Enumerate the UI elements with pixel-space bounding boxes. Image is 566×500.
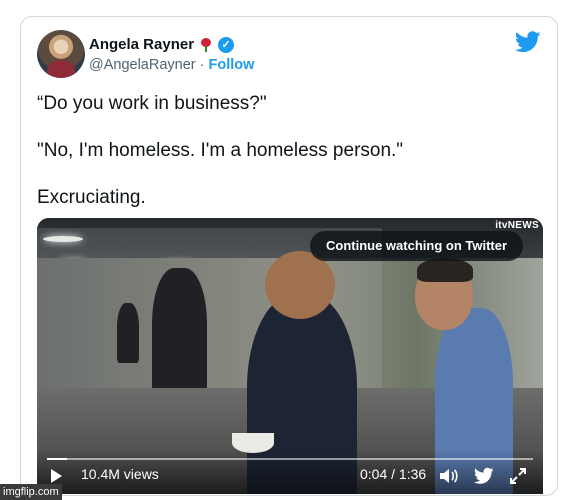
channel-logo: itvNEWS	[495, 220, 539, 231]
progress-fill	[47, 458, 68, 460]
tweet-card: Angela Rayner ✓ @AngelaRayner · Follow “…	[20, 16, 558, 496]
author-name[interactable]: Angela Rayner	[89, 36, 194, 53]
video-frame-head	[265, 251, 335, 319]
expand-icon[interactable]	[509, 467, 527, 485]
verified-badge-icon: ✓	[218, 36, 235, 53]
video-player[interactable]: itvNEWS Continue watching on Twitter 10.…	[37, 218, 543, 494]
volume-icon[interactable]	[439, 467, 459, 485]
avatar[interactable]	[37, 30, 85, 78]
follow-button[interactable]: Follow	[209, 57, 255, 73]
video-frame-person	[152, 268, 207, 408]
twitter-bird-icon[interactable]	[515, 31, 541, 53]
author-handle[interactable]: @AngelaRayner	[89, 57, 196, 73]
video-frame-person	[117, 303, 139, 363]
author-name-row: Angela Rayner ✓	[89, 36, 235, 53]
separator: ·	[199, 57, 205, 73]
play-icon[interactable]	[51, 469, 62, 483]
playback-time: 0:04 / 1:36	[360, 466, 427, 482]
watermark: imgflip.com	[0, 484, 62, 500]
view-count: 10.4M views	[81, 466, 159, 482]
video-controls: 10.4M views 0:04 / 1:36	[37, 450, 543, 494]
rose-icon	[200, 37, 212, 52]
video-frame-hair	[417, 258, 473, 282]
handle-row: @AngelaRayner · Follow	[89, 57, 254, 73]
progress-bar[interactable]	[47, 458, 533, 460]
continue-watching-button[interactable]: Continue watching on Twitter	[310, 231, 524, 261]
tweet-text-line: “Do you work in business?"	[37, 93, 267, 114]
twitter-bird-icon[interactable]	[474, 467, 494, 485]
tweet-text-line: Excruciating.	[37, 187, 146, 208]
tweet-text-line: "No, I'm homeless. I'm a homeless person…	[37, 140, 404, 161]
